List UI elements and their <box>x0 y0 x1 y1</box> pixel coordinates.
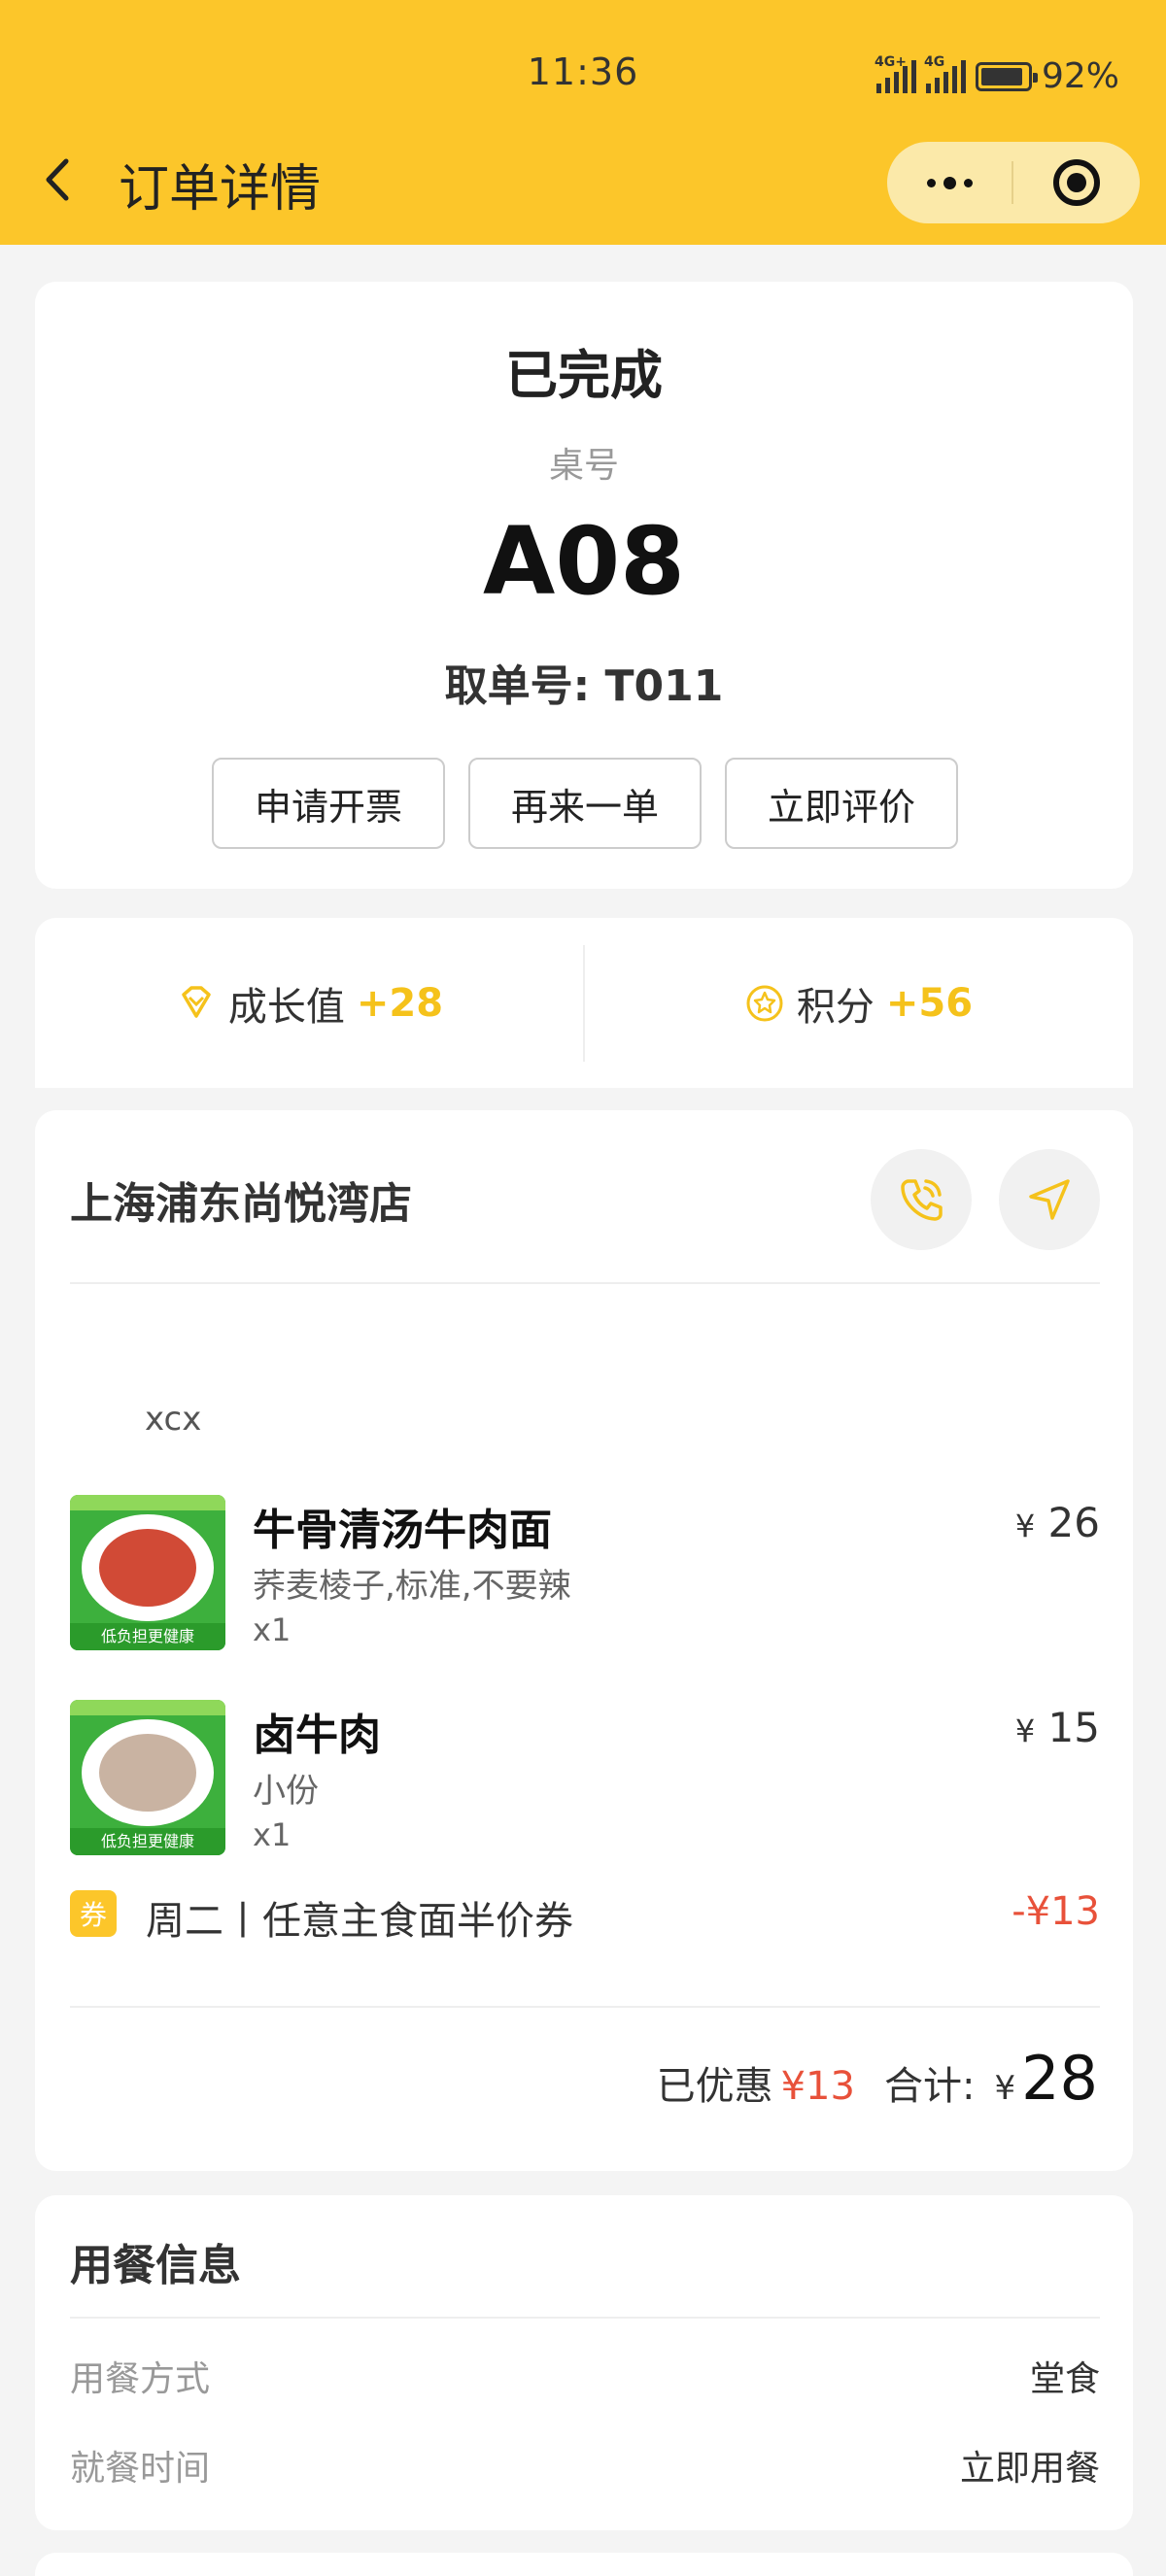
currency-symbol: ¥ <box>1014 1712 1036 1749</box>
order-item: 低负担更健康 牛骨清汤牛肉面 荞麦棱子,标准,不要辣 x1 ¥ 26 <box>70 1495 1100 1660</box>
points-value: +56 <box>885 980 974 1026</box>
divider <box>70 2006 1100 2008</box>
status-indicators: 4G+ 4G 92% <box>874 54 1119 97</box>
total-currency: ¥ <box>994 2069 1016 2108</box>
growth-label: 成长值 <box>227 984 345 1030</box>
table-number: A08 <box>483 507 685 616</box>
item-price: ¥ 15 <box>1015 1704 1100 1751</box>
dining-value: 立即用餐 <box>959 2449 1100 2489</box>
item-price: ¥ 26 <box>1015 1499 1100 1546</box>
points-label: 积分 <box>796 984 874 1030</box>
coupon-badge-icon: 券 <box>70 1890 117 1937</box>
order-status-card: 已完成 桌号 A08 取单号: T011 申请开票 再来一单 立即评价 <box>35 282 1133 889</box>
order-note: xcx <box>145 1400 202 1439</box>
more-dots-icon[interactable] <box>887 176 1012 189</box>
chevron-left-icon <box>46 158 69 201</box>
order-details-card: 上海浦东尚悦湾店 xcx 低负担更健康 牛骨清汤牛肉面 荞麦棱子,标准,不要辣 … <box>35 1110 1133 2171</box>
reorder-button[interactable]: 再来一单 <box>468 758 702 849</box>
network-type-1: 4G+ <box>874 53 907 70</box>
growth-value: +28 <box>356 980 444 1026</box>
signal-icon-2: 4G <box>924 54 966 93</box>
coupon-row: 券 周二丨任意主食面半价券 -¥13 <box>70 1887 1100 1944</box>
battery-icon <box>975 61 1038 91</box>
item-image: 低负担更健康 <box>70 1700 225 1855</box>
store-name: 上海浦东尚悦湾店 <box>70 1179 412 1229</box>
image-band-text: 低负担更健康 <box>70 1623 225 1650</box>
page-title: 订单详情 <box>119 160 322 219</box>
next-card <box>35 2553 1133 2576</box>
review-button[interactable]: 立即评价 <box>725 758 958 849</box>
divider <box>70 2317 1100 2319</box>
price-value: 15 <box>1047 1704 1100 1751</box>
total-value: 28 <box>1021 2043 1098 2114</box>
divider <box>70 1282 1100 1284</box>
discount-label: 已优惠 <box>656 2064 773 2109</box>
rewards-card: 成长值 +28 积分 +56 <box>35 918 1133 1088</box>
item-spec: 小份 <box>253 1772 319 1811</box>
dining-key: 用餐方式 <box>70 2359 211 2399</box>
star-coin-icon <box>746 985 783 1021</box>
mini-program-capsule <box>887 142 1140 223</box>
item-quantity: x1 <box>253 1816 292 1853</box>
points-item: 积分 +56 <box>584 918 1133 1088</box>
phone-icon <box>901 1179 943 1221</box>
order-summary: 已优惠 ¥13 合计: ¥ 28 <box>657 2043 1098 2114</box>
back-button[interactable] <box>39 155 78 204</box>
currency-symbol: ¥ <box>1014 1508 1036 1544</box>
price-value: 26 <box>1047 1499 1100 1546</box>
battery-percent: 92% <box>1041 56 1119 96</box>
table-label: 桌号 <box>548 446 619 486</box>
dining-title: 用餐信息 <box>70 2241 241 2290</box>
target-circle-icon[interactable] <box>1013 159 1140 206</box>
coupon-amount: -¥13 <box>1012 1889 1100 1934</box>
invoice-button[interactable]: 申请开票 <box>212 758 445 849</box>
diamond-icon <box>182 985 211 1018</box>
item-quantity: x1 <box>253 1611 292 1648</box>
item-name: 卤牛肉 <box>253 1711 381 1760</box>
dining-value: 堂食 <box>1029 2359 1100 2399</box>
growth-value-item: 成长值 +28 <box>35 918 584 1088</box>
navigate-store-button[interactable] <box>999 1149 1100 1250</box>
order-item: 低负担更健康 卤牛肉 小份 x1 ¥ 15 <box>70 1700 1100 1865</box>
dining-key: 就餐时间 <box>70 2449 211 2489</box>
pickup-number: 取单号: T011 <box>444 661 724 711</box>
dining-info-card: 用餐信息 用餐方式 堂食 就餐时间 立即用餐 <box>35 2195 1133 2530</box>
order-status: 已完成 <box>505 345 663 406</box>
order-actions: 申请开票 再来一单 立即评价 <box>212 758 958 849</box>
total-label: 合计: <box>883 2064 976 2109</box>
coupon-name: 周二丨任意主食面半价券 <box>146 1899 573 1944</box>
item-name: 牛骨清汤牛肉面 <box>253 1506 552 1555</box>
signal-icon: 4G+ <box>874 54 916 93</box>
navigation-arrow-icon <box>1029 1179 1070 1220</box>
discount-value: ¥13 <box>780 2064 855 2109</box>
item-spec: 荞麦棱子,标准,不要辣 <box>253 1567 571 1606</box>
item-image: 低负担更健康 <box>70 1495 225 1650</box>
top-header: 11:36 4G+ 4G 92% 订单详情 <box>0 0 1166 245</box>
network-type-2: 4G <box>923 53 945 70</box>
call-store-button[interactable] <box>871 1149 972 1250</box>
image-band-text: 低负担更健康 <box>70 1828 225 1855</box>
